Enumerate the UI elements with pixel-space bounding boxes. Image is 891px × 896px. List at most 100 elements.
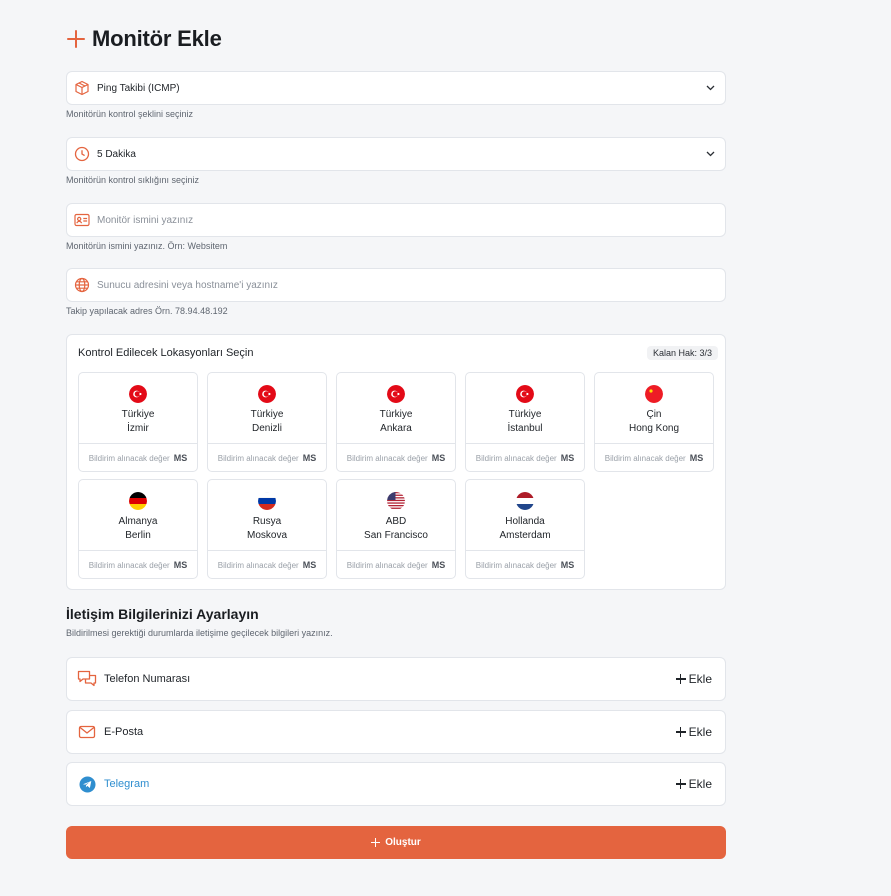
location-card-hong-kong[interactable]: Çin Hong Kong Bildirim alınacak değer MS <box>594 372 714 472</box>
unit-label: MS <box>302 560 317 570</box>
threshold-input[interactable]: Bildirim alınacak değer MS <box>337 443 455 472</box>
host-field[interactable]: Sunucu adresini veya hostname'i yazınız <box>66 268 726 302</box>
globe-icon <box>74 277 90 293</box>
location-city: İzmir <box>127 423 149 434</box>
location-card-san-francisco[interactable]: ABD San Francisco Bildirim alınacak değer M… <box>336 479 456 579</box>
location-city: Amsterdam <box>499 530 551 541</box>
cn-flag-icon <box>645 385 663 403</box>
contact-section-subtitle: Bildirilmesi gerektiği durumlarda iletiş… <box>66 628 333 638</box>
check-type-value: Ping Takibi (ICMP) <box>97 82 180 94</box>
monitor-name-field[interactable]: Monitör ismini yazınız <box>66 203 726 237</box>
add-phone-button[interactable]: Ekle <box>675 672 712 686</box>
us-flag-icon <box>387 492 405 510</box>
check-type-help: Monitörün kontrol şeklini seçiniz <box>66 109 194 119</box>
unit-label: MS <box>173 560 188 570</box>
threshold-placeholder: Bildirim alınacak değer <box>475 560 557 570</box>
chevron-down-icon <box>705 83 715 93</box>
location-city: Hong Kong <box>628 423 680 434</box>
location-card-denizli[interactable]: Türkiye Denizli Bildirim alınacak değer MS <box>207 372 327 472</box>
location-country: ABD <box>385 516 407 527</box>
location-country: Türkiye <box>508 409 542 420</box>
location-city: Ankara <box>380 423 412 434</box>
locations-panel: Kontrol Edilecek Lokasyonları Seçin Kala… <box>66 334 726 590</box>
plus-icon <box>675 674 686 684</box>
location-card-i-stanbul[interactable]: Türkiye İstanbul Bildirim alınacak değer MS <box>465 372 585 472</box>
add-telegram-button[interactable]: Ekle <box>675 777 712 791</box>
monitor-name-input[interactable]: Monitör ismini yazınız <box>97 215 725 226</box>
location-city: San Francisco <box>364 530 428 541</box>
threshold-placeholder: Bildirim alınacak değer <box>217 560 299 570</box>
threshold-placeholder: Bildirim alınacak değer <box>88 560 170 570</box>
id-card-icon <box>74 212 90 228</box>
interval-select[interactable]: 5 Dakika <box>66 137 726 171</box>
add-email-button[interactable]: Ekle <box>675 725 712 739</box>
chat-bubbles-icon <box>77 669 97 689</box>
contact-label: Telegram <box>104 778 150 790</box>
threshold-placeholder: Bildirim alınacak değer <box>346 560 428 570</box>
add-label: Ekle <box>688 672 712 686</box>
unit-label: MS <box>431 560 446 570</box>
threshold-placeholder: Bildirim alınacak değer <box>217 453 299 463</box>
contact-row-phone: Telefon Numarası Ekle <box>66 657 726 701</box>
host-help: Takip yapılacak adres Örn. 78.94.48.192 <box>66 306 228 316</box>
add-label: Ekle <box>688 777 712 791</box>
create-button[interactable]: Oluştur <box>66 826 726 859</box>
monitor-name-help: Monitörün ismini yazınız. Örn: Websitem <box>66 241 228 251</box>
unit-label: MS <box>560 453 575 463</box>
telegram-icon <box>77 774 97 794</box>
contact-label: Telefon Numarası <box>104 673 191 685</box>
location-card-amsterdam[interactable]: Hollanda Amsterdam Bildirim alınacak değer… <box>465 479 585 579</box>
threshold-input[interactable]: Bildirim alınacak değer MS <box>595 443 713 472</box>
create-button-label: Oluştur <box>385 837 421 848</box>
threshold-input[interactable]: Bildirim alınacak değer MS <box>208 550 326 579</box>
contact-row-telegram: Telegram Ekle <box>66 762 726 806</box>
location-country: Rusya <box>252 516 282 527</box>
nl-flag-icon <box>516 492 534 510</box>
location-city: İstanbul <box>507 423 543 434</box>
chevron-down-icon <box>705 149 715 159</box>
add-label: Ekle <box>688 725 712 739</box>
unit-label: MS <box>689 453 704 463</box>
plus-icon <box>675 779 686 789</box>
locations-title: Kontrol Edilecek Lokasyonları Seçin <box>78 347 254 359</box>
threshold-placeholder: Bildirim alınacak değer <box>475 453 557 463</box>
threshold-placeholder: Bildirim alınacak değer <box>346 453 428 463</box>
location-country: Türkiye <box>379 409 413 420</box>
location-card-i-zmir[interactable]: Türkiye İzmir Bildirim alınacak değer MS <box>78 372 198 472</box>
unit-label: MS <box>431 453 446 463</box>
location-card-berlin[interactable]: Almanya Berlin Bildirim alınacak değer MS <box>78 479 198 579</box>
unit-label: MS <box>173 453 188 463</box>
location-country: Çin <box>646 409 662 420</box>
threshold-input[interactable]: Bildirim alınacak değer MS <box>466 443 584 472</box>
tr-flag-icon <box>387 385 405 403</box>
tr-flag-icon <box>516 385 534 403</box>
location-card-ankara[interactable]: Türkiye Ankara Bildirim alınacak değer MS <box>336 372 456 472</box>
plus-icon <box>66 29 86 49</box>
threshold-input[interactable]: Bildirim alınacak değer MS <box>208 443 326 472</box>
tr-flag-icon <box>129 385 147 403</box>
contact-row-email: E-Posta Ekle <box>66 710 726 754</box>
box-icon <box>74 80 90 96</box>
location-country: Almanya <box>118 516 158 527</box>
location-card-moskova[interactable]: Rusya Moskova Bildirim alınacak değer MS <box>207 479 327 579</box>
location-country: Türkiye <box>121 409 155 420</box>
threshold-input[interactable]: Bildirim alınacak değer MS <box>466 550 584 579</box>
threshold-input[interactable]: Bildirim alınacak değer MS <box>79 443 197 472</box>
check-type-select[interactable]: Ping Takibi (ICMP) <box>66 71 726 105</box>
contact-label: E-Posta <box>104 726 144 738</box>
ru-flag-icon <box>258 492 276 510</box>
plus-icon <box>371 838 381 847</box>
plus-icon <box>675 727 686 737</box>
location-city: Berlin <box>125 530 151 541</box>
interval-help: Monitörün kontrol sıklığını seçiniz <box>66 175 200 185</box>
contact-section-title: İletişim Bilgilerinizi Ayarlayın <box>66 606 259 622</box>
tr-flag-icon <box>258 385 276 403</box>
page-title: Monitör Ekle <box>92 26 222 51</box>
host-input[interactable]: Sunucu adresini veya hostname'i yazınız <box>97 280 725 291</box>
threshold-placeholder: Bildirim alınacak değer <box>604 453 686 463</box>
threshold-input[interactable]: Bildirim alınacak değer MS <box>79 550 197 579</box>
location-country: Hollanda <box>505 516 545 527</box>
threshold-input[interactable]: Bildirim alınacak değer MS <box>337 550 455 579</box>
threshold-placeholder: Bildirim alınacak değer <box>88 453 170 463</box>
location-country: Türkiye <box>250 409 284 420</box>
